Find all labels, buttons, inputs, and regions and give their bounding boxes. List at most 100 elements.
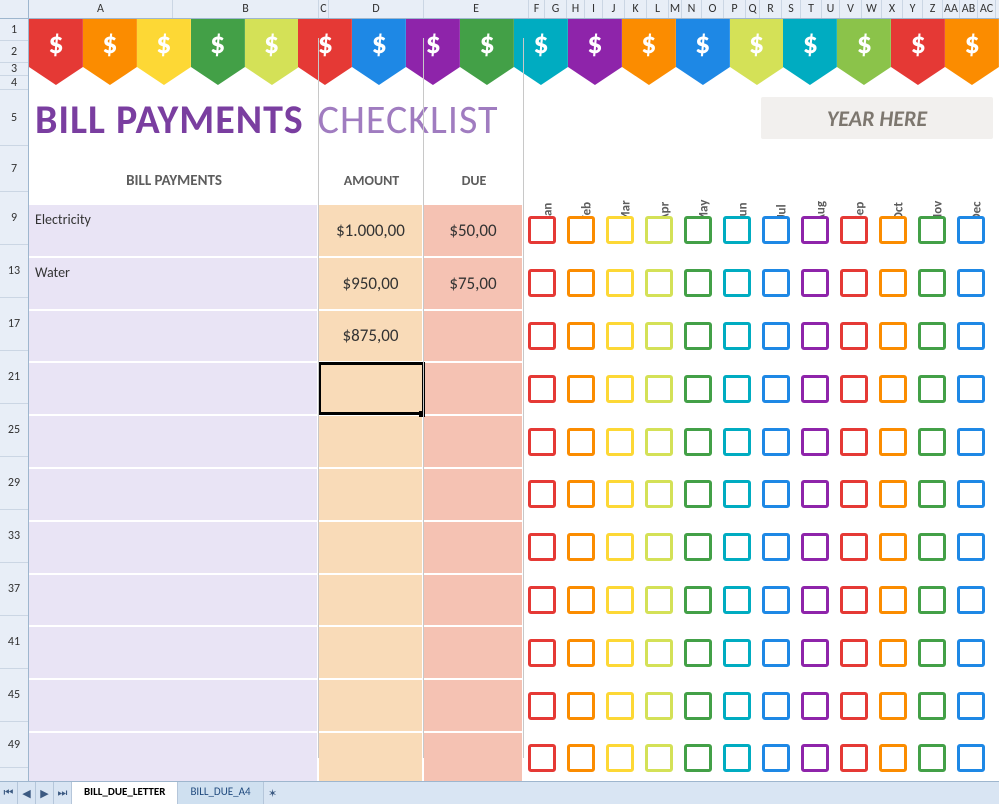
checkbox-sep[interactable] <box>840 322 868 350</box>
checkbox-may[interactable] <box>684 375 712 403</box>
col-header-T[interactable]: T <box>801 0 822 18</box>
checkbox-jul[interactable] <box>762 428 790 456</box>
checkbox-dec[interactable] <box>957 216 985 244</box>
col-header-S[interactable]: S <box>782 0 801 18</box>
checkbox-nov[interactable] <box>918 480 946 508</box>
checkbox-jan[interactable] <box>528 269 556 297</box>
checkbox-nov[interactable] <box>918 428 946 456</box>
checkbox-nov[interactable] <box>918 639 946 667</box>
checkbox-jan[interactable] <box>528 322 556 350</box>
checkbox-jan[interactable] <box>528 216 556 244</box>
checkbox-oct[interactable] <box>879 428 907 456</box>
checkbox-apr[interactable] <box>645 269 673 297</box>
col-header-R[interactable]: R <box>760 0 782 18</box>
checkbox-jan[interactable] <box>528 744 556 772</box>
col-header-K[interactable]: K <box>625 0 647 18</box>
checkbox-oct[interactable] <box>879 480 907 508</box>
checkbox-jul[interactable] <box>762 216 790 244</box>
checkbox-feb[interactable] <box>567 428 595 456</box>
checkbox-may[interactable] <box>684 269 712 297</box>
checkbox-nov[interactable] <box>918 533 946 561</box>
col-header-AC[interactable]: AC <box>978 0 996 18</box>
checkbox-feb[interactable] <box>567 269 595 297</box>
checkbox-aug[interactable] <box>801 375 829 403</box>
row-header-13[interactable]: 13 <box>0 245 28 298</box>
cell-amount[interactable]: $950,00 <box>319 258 424 309</box>
checkbox-feb[interactable] <box>567 744 595 772</box>
cell-bill[interactable]: Water <box>29 258 319 309</box>
checkbox-dec[interactable] <box>957 692 985 720</box>
checkbox-apr[interactable] <box>645 639 673 667</box>
checkbox-nov[interactable] <box>918 216 946 244</box>
checkbox-dec[interactable] <box>957 533 985 561</box>
checkbox-aug[interactable] <box>801 586 829 614</box>
checkbox-dec[interactable] <box>957 428 985 456</box>
checkbox-mar[interactable] <box>606 692 634 720</box>
checkbox-oct[interactable] <box>879 692 907 720</box>
checkbox-dec[interactable] <box>957 322 985 350</box>
cell-bill[interactable] <box>29 575 319 626</box>
col-header-L[interactable]: L <box>647 0 669 18</box>
col-header-N[interactable]: N <box>682 0 702 18</box>
col-header-X[interactable]: X <box>882 0 903 18</box>
select-all-corner[interactable] <box>0 0 29 19</box>
checkbox-sep[interactable] <box>840 692 868 720</box>
cell-bill[interactable] <box>29 311 319 362</box>
worksheet-area[interactable]: $$$$$$$$$$$$$$$$$$ BILL PAYMENTS CHECKLI… <box>29 19 999 781</box>
cell-due[interactable] <box>424 575 524 626</box>
row-header-2[interactable]: 2 <box>0 41 28 63</box>
tab-nav-next[interactable]: ▶ <box>36 782 54 804</box>
sheet-tab-bill_due_letter[interactable]: BILL_DUE_LETTER <box>72 782 178 804</box>
col-header-P[interactable]: P <box>724 0 746 18</box>
checkbox-feb[interactable] <box>567 533 595 561</box>
checkbox-oct[interactable] <box>879 375 907 403</box>
checkbox-dec[interactable] <box>957 586 985 614</box>
cell-amount[interactable] <box>319 469 424 520</box>
checkbox-jul[interactable] <box>762 375 790 403</box>
col-header-M[interactable]: M <box>669 0 682 18</box>
checkbox-jul[interactable] <box>762 692 790 720</box>
tab-nav-last[interactable]: ⏭ <box>54 782 72 804</box>
row-header-17[interactable]: 17 <box>0 298 28 351</box>
checkbox-jan[interactable] <box>528 586 556 614</box>
checkbox-aug[interactable] <box>801 269 829 297</box>
row-header-3[interactable]: 3 <box>0 63 28 76</box>
cell-due[interactable] <box>424 311 524 362</box>
checkbox-jul[interactable] <box>762 480 790 508</box>
checkbox-apr[interactable] <box>645 480 673 508</box>
checkbox-oct[interactable] <box>879 322 907 350</box>
checkbox-jul[interactable] <box>762 269 790 297</box>
checkbox-feb[interactable] <box>567 322 595 350</box>
checkbox-may[interactable] <box>684 216 712 244</box>
checkbox-sep[interactable] <box>840 269 868 297</box>
col-header-B[interactable]: B <box>173 0 319 18</box>
checkbox-dec[interactable] <box>957 480 985 508</box>
checkbox-sep[interactable] <box>840 639 868 667</box>
checkbox-dec[interactable] <box>957 269 985 297</box>
cell-amount[interactable] <box>319 416 424 467</box>
year-input[interactable]: YEAR HERE <box>761 97 993 139</box>
checkbox-mar[interactable] <box>606 639 634 667</box>
checkbox-jun[interactable] <box>723 533 751 561</box>
cell-bill[interactable] <box>29 469 319 520</box>
row-header-4[interactable]: 4 <box>0 76 28 90</box>
checkbox-jul[interactable] <box>762 744 790 772</box>
checkbox-sep[interactable] <box>840 586 868 614</box>
checkbox-apr[interactable] <box>645 322 673 350</box>
checkbox-may[interactable] <box>684 692 712 720</box>
row-header-29[interactable]: 29 <box>0 457 28 510</box>
checkbox-aug[interactable] <box>801 533 829 561</box>
col-header-E[interactable]: E <box>424 0 529 18</box>
cell-bill[interactable] <box>29 680 319 731</box>
checkbox-nov[interactable] <box>918 692 946 720</box>
checkbox-dec[interactable] <box>957 639 985 667</box>
checkbox-sep[interactable] <box>840 480 868 508</box>
checkbox-dec[interactable] <box>957 744 985 772</box>
col-header-AB[interactable]: AB <box>960 0 978 18</box>
checkbox-mar[interactable] <box>606 533 634 561</box>
cell-amount[interactable] <box>319 522 424 573</box>
checkbox-feb[interactable] <box>567 480 595 508</box>
col-header-J[interactable]: J <box>603 0 625 18</box>
row-header-7[interactable]: 7 <box>0 146 28 192</box>
checkbox-apr[interactable] <box>645 744 673 772</box>
